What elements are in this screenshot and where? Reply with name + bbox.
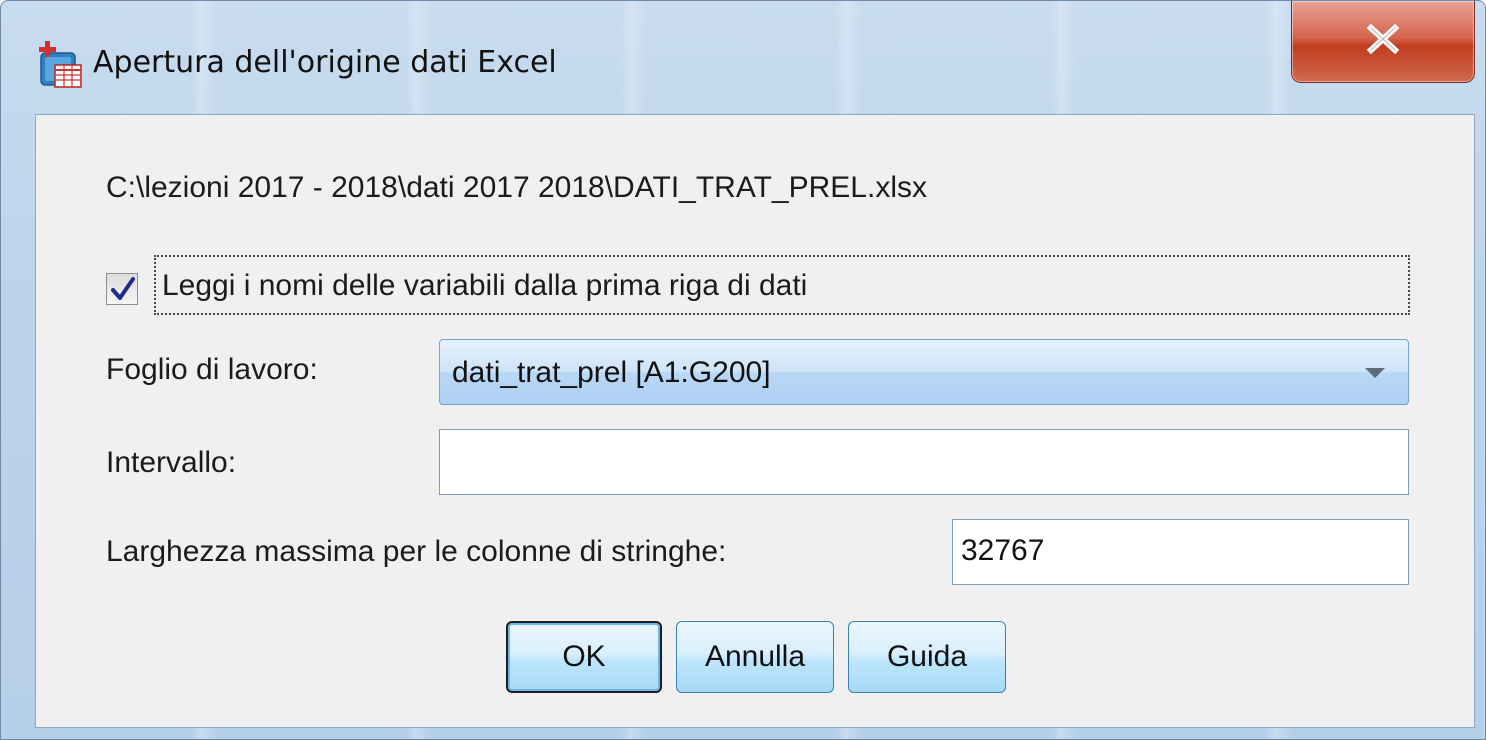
read-names-label[interactable]: Leggi i nomi delle variabili dalla prima… (162, 269, 807, 303)
dialog-body: C:\lezioni 2017 - 2018\dati 2017 2018\DA… (35, 114, 1475, 728)
max-width-value: 32767 (961, 534, 1045, 567)
worksheet-select[interactable]: dati_trat_prel [A1:G200] (439, 339, 1409, 405)
range-input[interactable] (439, 429, 1409, 495)
max-width-label: Larghezza massima per le colonne di stri… (106, 535, 727, 568)
spss-data-icon (35, 39, 85, 89)
close-icon (1365, 23, 1401, 59)
cancel-button[interactable]: Annulla (676, 621, 834, 693)
read-names-checkbox[interactable] (106, 273, 138, 305)
dropdown-arrow-icon (1364, 366, 1386, 378)
worksheet-value: dati_trat_prel [A1:G200] (452, 356, 771, 389)
title-bar: Apertura dell'origine dati Excel (1, 1, 1485, 111)
close-button[interactable] (1291, 1, 1475, 83)
range-label: Intervallo: (106, 446, 237, 479)
ok-button[interactable]: OK (506, 621, 662, 693)
max-width-input[interactable]: 32767 (952, 519, 1409, 585)
excel-source-dialog: Apertura dell'origine dati Excel C:\lezi… (0, 0, 1486, 740)
help-button[interactable]: Guida (848, 621, 1006, 693)
worksheet-label: Foglio di lavoro: (106, 353, 318, 386)
file-path: C:\lezioni 2017 - 2018\dati 2017 2018\DA… (106, 171, 927, 204)
window-title: Apertura dell'origine dati Excel (93, 45, 557, 80)
